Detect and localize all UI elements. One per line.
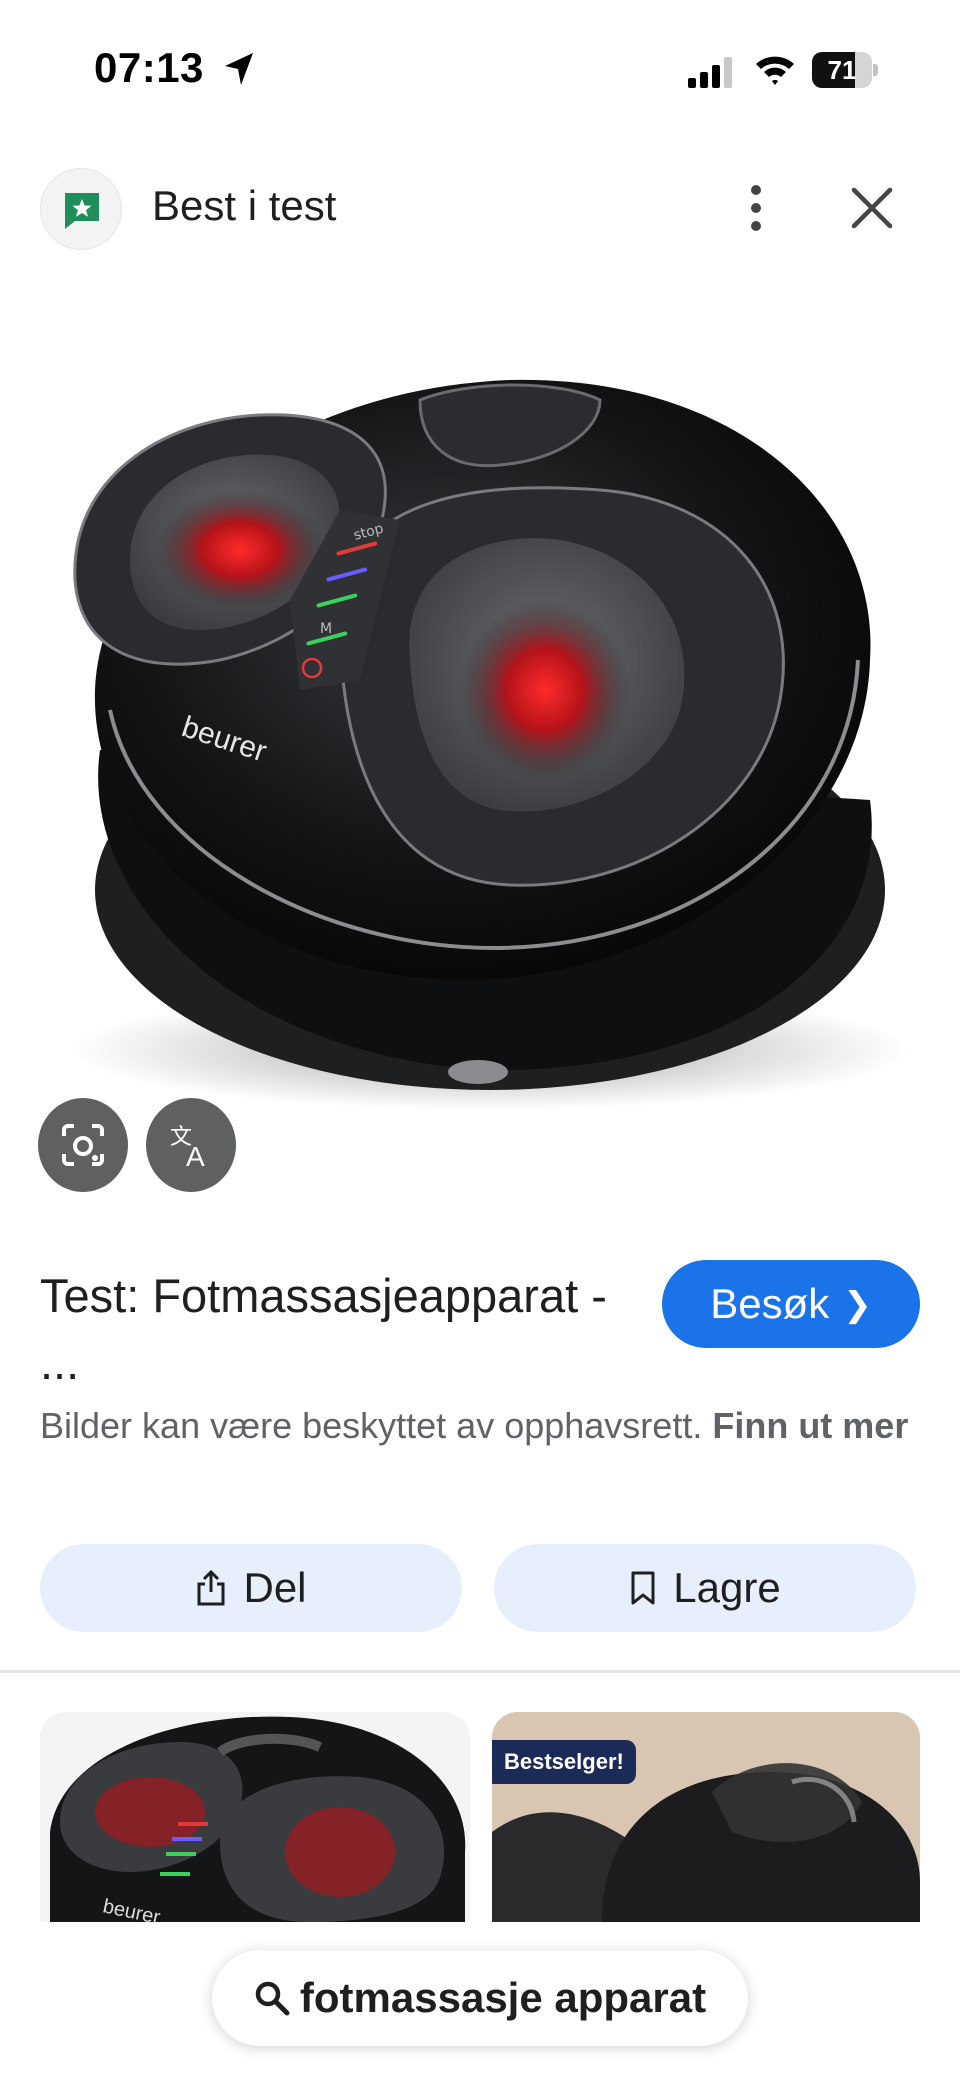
- clock: 07:13: [94, 44, 204, 91]
- site-title[interactable]: Best i test: [152, 182, 336, 230]
- google-lens-icon: [62, 1124, 104, 1166]
- result-title[interactable]: Test: Fotmassasjeapparat - ...: [40, 1262, 640, 1396]
- related-image-2[interactable]: Bestselger!: [492, 1712, 920, 1922]
- search-icon: [255, 1981, 290, 2016]
- bookmark-icon: [631, 1571, 655, 1605]
- visit-label: Besøk: [710, 1280, 830, 1327]
- location-arrow-icon: [225, 53, 253, 85]
- battery-percent: 71: [827, 55, 857, 85]
- google-lens-button[interactable]: [38, 1098, 128, 1192]
- visit-button[interactable]: Besøk ❯: [662, 1260, 920, 1348]
- product-image[interactable]: stop M beurer: [40, 330, 920, 1110]
- share-label: Del: [243, 1564, 307, 1611]
- bestseller-badge: Bestselger!: [492, 1740, 636, 1784]
- save-button[interactable]: Lagre: [494, 1544, 916, 1632]
- search-query: fotmassasje apparat: [299, 1974, 707, 2021]
- wifi-icon: [756, 56, 794, 85]
- chevron-right-icon: ❯: [843, 1286, 872, 1324]
- divider: [0, 1670, 960, 1673]
- status-bar: 07:13 71: [0, 0, 960, 130]
- copyright-text: Bilder kan være beskyttet av opphavsrett…: [40, 1405, 703, 1446]
- learn-more-link[interactable]: Finn ut mer: [712, 1405, 908, 1446]
- more-vert-icon[interactable]: [736, 180, 776, 236]
- share-icon: [197, 1569, 225, 1606]
- mode-label: M: [320, 621, 332, 637]
- battery-icon: 71: [812, 52, 878, 88]
- translate-button[interactable]: 文 A: [146, 1098, 236, 1192]
- site-favicon-icon: [40, 168, 122, 250]
- svg-text:A: A: [186, 1141, 205, 1170]
- close-icon[interactable]: [848, 184, 896, 232]
- signal-icon: [688, 57, 732, 88]
- share-button[interactable]: Del: [40, 1544, 462, 1632]
- search-query-pill[interactable]: fotmassasje apparat: [212, 1950, 748, 2046]
- copyright-notice: Bilder kan være beskyttet av opphavsrett…: [40, 1400, 930, 1452]
- related-image-1[interactable]: beurer: [40, 1712, 470, 1922]
- translate-icon: 文 A: [170, 1125, 205, 1170]
- save-label: Lagre: [673, 1564, 781, 1611]
